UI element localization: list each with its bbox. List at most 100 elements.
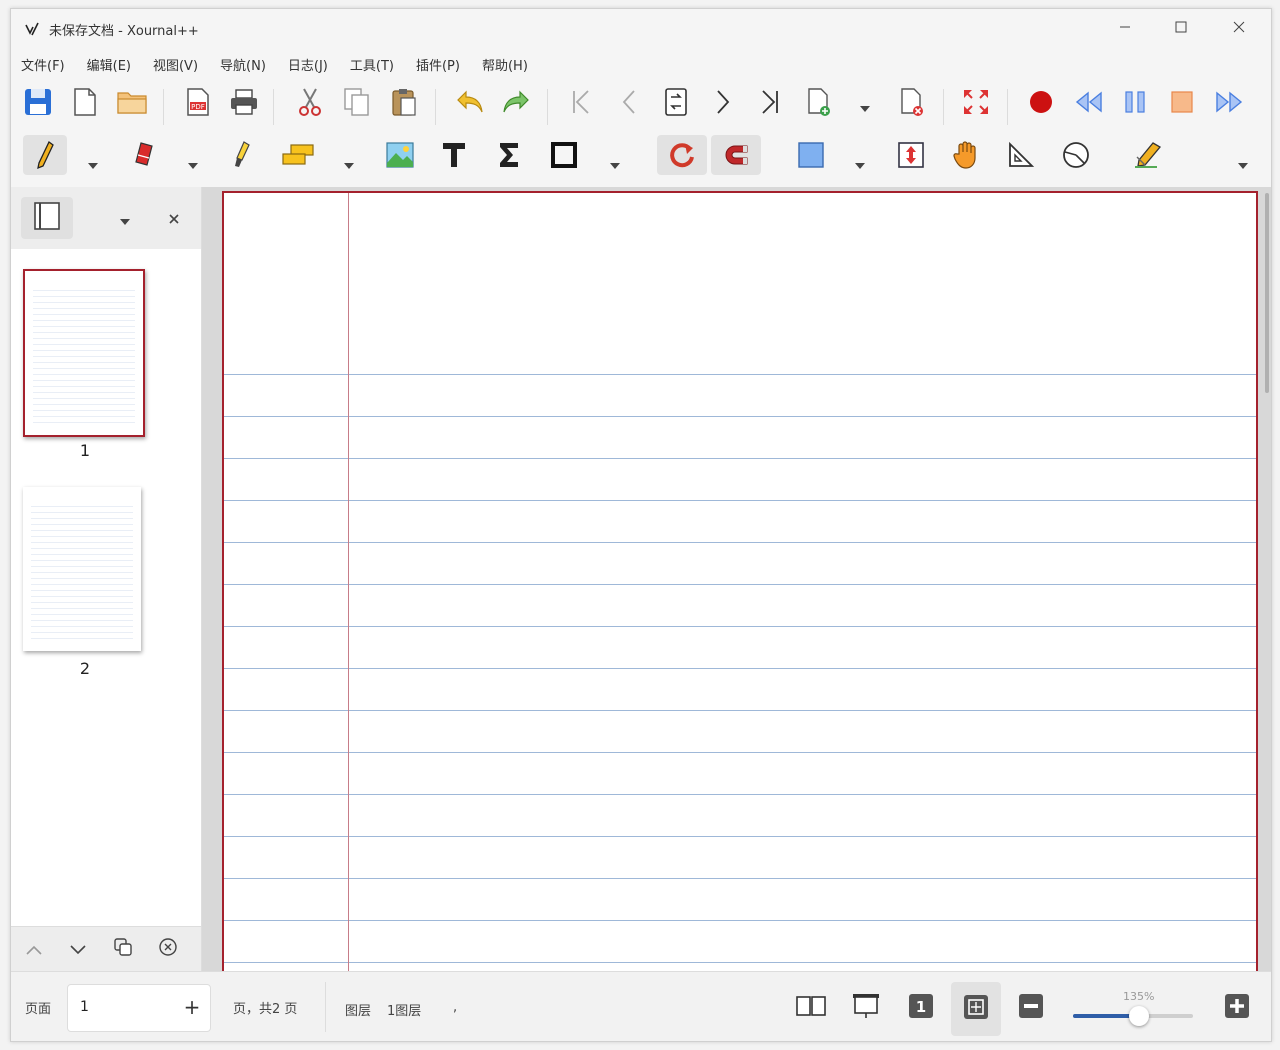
menu-navigation[interactable]: 导航(N) xyxy=(220,55,266,74)
compass-icon xyxy=(1062,141,1090,169)
draw-config-button[interactable] xyxy=(1129,135,1167,175)
setsquare-button[interactable] xyxy=(1002,135,1040,175)
zoom-100-button[interactable]: 1 xyxy=(901,988,941,1028)
delete-page-sidebar-button[interactable] xyxy=(148,931,188,967)
toolbar-separator xyxy=(273,89,274,125)
pause-button[interactable] xyxy=(1116,82,1154,122)
presentation-mode-button[interactable] xyxy=(846,988,886,1028)
pen-icon xyxy=(35,140,55,170)
move-page-down-button[interactable] xyxy=(58,931,98,967)
page-increment-button[interactable]: + xyxy=(180,995,204,1019)
vertical-space-button[interactable] xyxy=(892,135,930,175)
menu-edit[interactable]: 编辑(E) xyxy=(87,55,131,74)
menu-file[interactable]: 文件(F) xyxy=(21,55,65,74)
compass-button[interactable] xyxy=(1057,135,1095,175)
dual-page-button[interactable] xyxy=(791,988,831,1028)
insert-page-dropdown[interactable] xyxy=(857,98,873,114)
copy-button[interactable] xyxy=(338,82,376,122)
stop-button[interactable] xyxy=(1163,82,1201,122)
goto-page-button[interactable] xyxy=(657,82,695,122)
fill-color-dropdown[interactable] xyxy=(852,155,868,171)
fast-forward-button[interactable] xyxy=(1210,82,1248,122)
last-page-button[interactable] xyxy=(751,82,789,122)
image-tool-button[interactable] xyxy=(381,135,419,175)
select-dropdown[interactable] xyxy=(341,155,357,171)
page-total-text: 页，共2 页 xyxy=(233,1002,298,1017)
page-number-input[interactable]: 1 + xyxy=(67,984,211,1032)
menu-help[interactable]: 帮助(H) xyxy=(482,55,528,74)
menu-tools[interactable]: 工具(T) xyxy=(350,55,394,74)
cut-button[interactable] xyxy=(291,82,329,122)
page-number-value: 1 xyxy=(80,999,89,1015)
chevron-down-icon xyxy=(1238,154,1248,173)
ruled-page[interactable] xyxy=(222,191,1258,971)
close-sidebar-button[interactable] xyxy=(165,209,183,227)
chevron-down-icon xyxy=(860,97,870,116)
sidebar-mode-dropdown[interactable] xyxy=(117,211,133,227)
first-page-button[interactable] xyxy=(562,82,600,122)
grid-snapping-button[interactable] xyxy=(711,135,761,175)
move-page-up-button[interactable] xyxy=(14,931,54,967)
menu-plugins[interactable]: 插件(P) xyxy=(416,55,460,74)
zoom-in-icon xyxy=(1224,993,1250,1023)
save-button[interactable] xyxy=(19,82,57,122)
new-document-button[interactable] xyxy=(66,82,104,122)
zoom-slider[interactable] xyxy=(1073,1006,1193,1026)
text-tool-button[interactable] xyxy=(435,135,473,175)
toolbar-overflow-dropdown[interactable] xyxy=(1235,155,1251,171)
menu-view[interactable]: 视图(V) xyxy=(153,55,198,74)
open-button[interactable] xyxy=(113,82,151,122)
undo-button[interactable] xyxy=(451,82,489,122)
highlighter-tool-button[interactable] xyxy=(223,135,261,175)
delete-page-button[interactable] xyxy=(893,82,931,122)
duplicate-page-button[interactable] xyxy=(103,931,143,967)
page-thumbnail-1[interactable] xyxy=(23,269,145,437)
latex-tool-button[interactable] xyxy=(490,135,528,175)
eraser-dropdown[interactable] xyxy=(185,155,201,171)
minimize-button[interactable] xyxy=(1097,9,1153,45)
sidebar-header xyxy=(11,187,201,249)
next-page-button[interactable] xyxy=(704,82,742,122)
page-preview-mode-button[interactable] xyxy=(21,197,73,239)
menu-journal[interactable]: 日志(J) xyxy=(288,55,328,74)
zoom-fit-button[interactable] xyxy=(951,982,1001,1036)
eraser-tool-button[interactable] xyxy=(124,135,162,175)
fullscreen-button[interactable] xyxy=(957,82,995,122)
toolbar-separator xyxy=(1007,89,1008,125)
select-region-button[interactable] xyxy=(279,135,317,175)
rotation-snapping-button[interactable] xyxy=(657,135,707,175)
maximize-button[interactable] xyxy=(1153,9,1209,45)
zoom-fit-icon xyxy=(963,994,989,1024)
paste-button[interactable] xyxy=(385,82,423,122)
vertical-scrollbar[interactable] xyxy=(1265,193,1269,393)
hand-tool-button[interactable] xyxy=(947,135,985,175)
rewind-icon xyxy=(1074,91,1104,113)
pause-icon xyxy=(1123,90,1147,114)
zoom-slider-handle[interactable] xyxy=(1129,1006,1149,1026)
rewind-button[interactable] xyxy=(1070,82,1108,122)
document-canvas[interactable] xyxy=(202,187,1271,971)
pen-dropdown[interactable] xyxy=(85,155,101,171)
record-button[interactable] xyxy=(1022,82,1060,122)
pen-tool-button[interactable] xyxy=(23,135,67,175)
export-pdf-button[interactable]: PDF xyxy=(179,82,217,122)
layer-value[interactable]: 1图层 xyxy=(387,1000,421,1019)
shape-dropdown[interactable] xyxy=(607,155,623,171)
zoom-in-button[interactable] xyxy=(1217,988,1257,1028)
toolbar-separator xyxy=(435,89,436,125)
previous-page-button[interactable] xyxy=(610,82,648,122)
redo-button[interactable] xyxy=(497,82,535,122)
shape-tool-button[interactable] xyxy=(545,135,583,175)
zoom-out-button[interactable] xyxy=(1011,988,1051,1028)
page-label: 页面 xyxy=(25,1002,52,1017)
fill-color-button[interactable] xyxy=(792,135,830,175)
page-thumbnail-2[interactable] xyxy=(23,487,141,651)
zoom-out-icon xyxy=(1018,993,1044,1023)
grid-snapping-icon xyxy=(721,141,751,169)
draw-config-icon xyxy=(1133,141,1163,169)
print-button[interactable] xyxy=(225,82,263,122)
close-window-button[interactable] xyxy=(1211,9,1267,45)
insert-page-button[interactable] xyxy=(800,82,838,122)
svg-text:PDF: PDF xyxy=(191,103,205,111)
close-icon xyxy=(169,209,179,228)
